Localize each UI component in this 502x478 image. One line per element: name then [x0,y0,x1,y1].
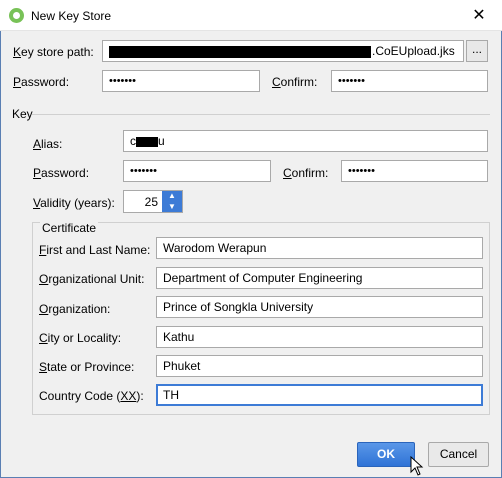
key-confirm-field[interactable]: ••••••• [341,160,488,182]
spinner-up-icon[interactable]: ▲ [162,191,182,201]
first-last-name-field[interactable]: Warodom Werapun [156,237,483,259]
keystore-confirm-field[interactable]: ••••••• [331,70,488,92]
country-code-field[interactable]: TH [156,384,483,406]
alias-label: Alias: [33,137,63,151]
key-store-path-field[interactable]: .CoEUpload.jks [102,40,464,62]
keystore-password-field[interactable]: ••••••• [102,70,260,92]
spinner-down-icon[interactable]: ▼ [162,202,182,212]
mouse-cursor-icon [410,456,424,476]
ok-button[interactable]: OK [357,442,415,467]
title-bar: New Key Store ✕ [0,0,502,31]
country-code-label: Country Code (XX): [39,389,144,403]
city-label: City or Locality: [39,331,122,345]
validity-label: Validity (years): [33,196,115,210]
validity-spinner[interactable]: 25 ▲ ▼ [123,190,183,213]
organization-field[interactable]: Prince of Songkla University [156,296,483,318]
key-section-divider [32,114,490,115]
key-section-label: Key [12,107,33,121]
browse-button[interactable]: ... [466,40,488,62]
state-field[interactable]: Phuket [156,355,483,377]
organization-label: Organization: [39,302,111,316]
close-icon[interactable]: ✕ [456,0,502,31]
alias-field[interactable]: cu [123,130,488,152]
key-password-field[interactable]: ••••••• [123,160,271,182]
key-password-label: Password: [33,166,90,180]
key-store-path-label: Key store path: [13,45,94,59]
city-field[interactable]: Kathu [156,326,483,348]
first-last-name-label: First and Last Name: [39,243,151,257]
certificate-legend: Certificate [40,221,99,235]
org-unit-field[interactable]: Department of Computer Engineering [156,267,483,289]
state-label: State or Province: [39,360,135,374]
key-confirm-label: Confirm: [283,166,329,180]
redacted-path [109,45,371,58]
keystore-password-label: Password: [13,75,70,89]
window-title: New Key Store [31,9,112,23]
redacted-alias [136,136,158,147]
android-studio-icon [9,8,24,23]
keystore-confirm-label: Confirm: [272,75,318,89]
org-unit-label: Organizational Unit: [39,272,145,286]
cancel-button[interactable]: Cancel [428,442,489,467]
